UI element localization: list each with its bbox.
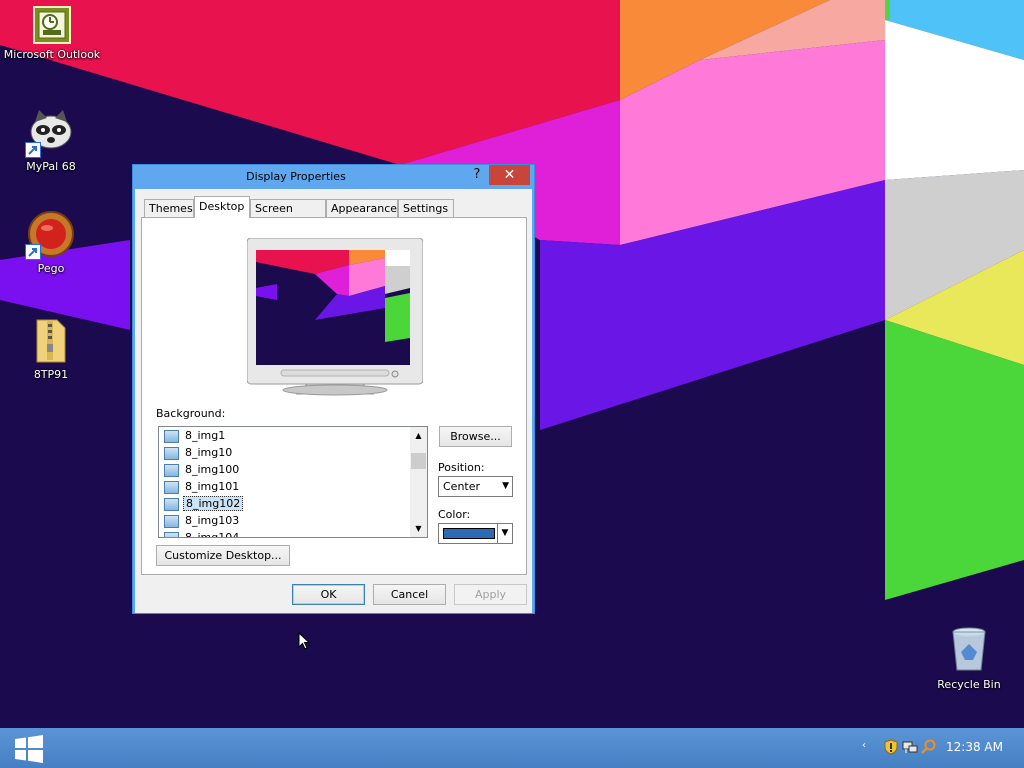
tab-screen-saver[interactable]: Screen Saver (250, 199, 326, 233)
monitor-preview (247, 238, 423, 396)
desktop-icon-label: MyPal 68 (26, 160, 76, 173)
image-file-icon (164, 497, 179, 511)
taskbar: ‹ 12:38 AM (0, 728, 1024, 768)
list-item[interactable]: 8_img1 (164, 428, 227, 444)
raccoon-icon (25, 108, 75, 158)
desktop-icon-label: Microsoft Outlook (3, 48, 101, 61)
scroll-up-arrow-icon[interactable]: ▲ (410, 427, 427, 444)
dialog-titlebar[interactable]: Display Properties ? ✕ (133, 165, 534, 189)
scroll-down-arrow-icon[interactable]: ▼ (410, 520, 427, 537)
ok-button[interactable]: OK (292, 584, 365, 605)
cancel-button[interactable]: Cancel (373, 584, 446, 605)
image-file-icon (164, 463, 179, 477)
tray-expand-icon[interactable]: ‹ (862, 740, 866, 751)
tab-settings[interactable]: Settings (398, 199, 454, 217)
desktop-tab-panel: Background: 8_img1 8_img10 8_img100 8_im… (141, 217, 527, 575)
position-dropdown[interactable]: Center ▼ (438, 476, 513, 497)
shortcut-arrow-icon (25, 244, 41, 260)
list-item[interactable]: 8_img101 (164, 479, 241, 495)
scrollbar-thumb[interactable] (411, 453, 426, 469)
desktop-icon-recycle-bin[interactable]: Recycle Bin (919, 626, 1019, 691)
windows-logo-icon (15, 735, 43, 763)
dialog-title: Display Properties (246, 170, 346, 183)
apply-button[interactable]: Apply (454, 584, 527, 605)
taskbar-clock[interactable]: 12:38 AM (946, 740, 1003, 754)
mouse-cursor-icon (298, 632, 310, 650)
list-item[interactable]: 8_img10 (164, 445, 234, 461)
network-icon[interactable] (902, 739, 918, 755)
position-label: Position: (438, 461, 485, 474)
tab-desktop[interactable]: Desktop (194, 196, 250, 218)
recycle-bin-icon (945, 626, 993, 674)
image-file-icon (164, 531, 179, 537)
desktop-icon-outlook[interactable]: Microsoft Outlook (2, 6, 102, 61)
customize-desktop-button[interactable]: Customize Desktop... (156, 545, 290, 566)
color-picker[interactable]: ▼ (438, 523, 513, 544)
desktop-icon-mypal[interactable]: MyPal 68 (1, 108, 101, 173)
tab-appearance[interactable]: Appearance (326, 199, 398, 217)
desktop-icon-label: 8TP91 (33, 368, 69, 381)
desktop-icon-8tp91[interactable]: 8TP91 (1, 316, 101, 381)
background-listbox[interactable]: 8_img1 8_img10 8_img100 8_img101 8_img10… (158, 426, 428, 538)
listbox-scrollbar[interactable]: ▲ ▼ (410, 427, 427, 537)
close-button[interactable]: ✕ (489, 165, 530, 185)
desktop-icon-label: Pego (37, 262, 65, 275)
dialog-client-area: Themes Desktop Screen Saver Appearance S… (135, 189, 532, 613)
position-value: Center (443, 480, 481, 493)
chevron-down-icon: ▼ (502, 481, 509, 491)
tab-themes[interactable]: Themes (144, 199, 194, 217)
color-swatch (443, 528, 495, 539)
image-file-icon (164, 480, 179, 494)
display-properties-dialog[interactable]: Display Properties ? ✕ Themes Desktop Sc… (132, 164, 535, 614)
chevron-down-icon: ▼ (497, 524, 512, 543)
help-button[interactable]: ? (469, 167, 485, 185)
desktop-icon-label: Recycle Bin (937, 678, 1001, 691)
security-shield-icon[interactable] (883, 739, 899, 755)
red-orb-icon (25, 210, 75, 260)
image-file-icon (164, 429, 179, 443)
outlook-icon (33, 6, 71, 44)
zip-folder-icon (27, 316, 75, 364)
color-label: Color: (438, 508, 471, 521)
image-file-icon (164, 514, 179, 528)
list-item[interactable]: 8_img100 (164, 462, 241, 478)
shortcut-arrow-icon (25, 142, 41, 158)
start-button[interactable] (14, 735, 44, 763)
background-label: Background: (156, 407, 226, 420)
list-item[interactable]: 8_img103 (164, 513, 241, 529)
desktop: Microsoft Outlook MyPal 68 Pego 8TP91 Re… (0, 0, 1024, 728)
list-item-selected[interactable]: 8_img102 (164, 496, 244, 512)
search-icon[interactable] (920, 739, 936, 755)
desktop-icon-pego[interactable]: Pego (1, 210, 101, 275)
list-item[interactable]: 8_img104 (164, 530, 241, 537)
image-file-icon (164, 446, 179, 460)
browse-button[interactable]: Browse... (439, 426, 512, 447)
